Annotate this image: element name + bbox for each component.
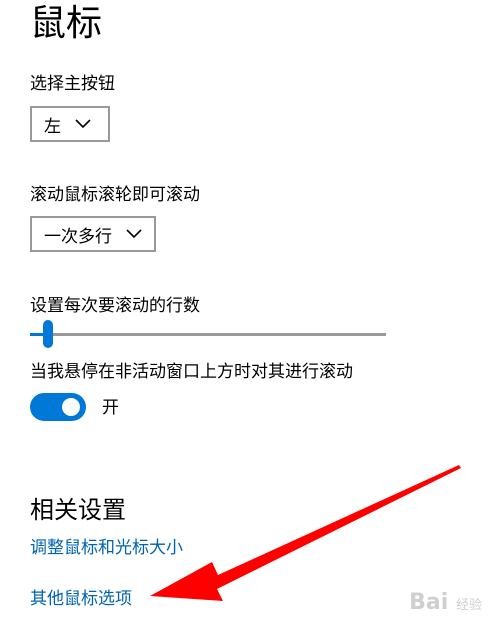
red-arrow-annotation bbox=[150, 465, 461, 601]
watermark: Bai 经验 bbox=[409, 590, 482, 615]
watermark-brand: Bai bbox=[409, 590, 449, 615]
watermark-suffix: 经验 bbox=[455, 598, 482, 613]
